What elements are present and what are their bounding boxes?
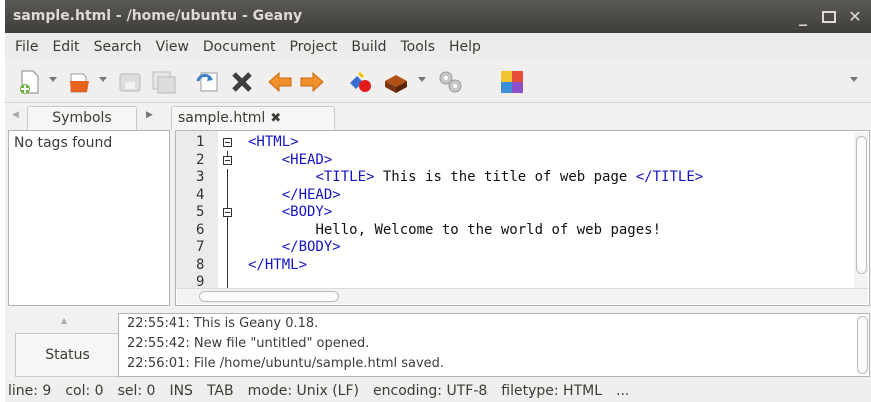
menu-tools[interactable]: Tools [394,39,443,55]
close-tab-icon[interactable]: ✖ [270,111,281,126]
save-all-icon[interactable] [151,69,177,95]
minimize-button[interactable]: _ [793,7,813,27]
fold-marker-icon[interactable] [223,155,232,165]
execute-gears-icon[interactable] [437,69,463,95]
window-title: sample.html - /home/ubuntu - Geany [13,8,303,24]
color-chooser-icon[interactable] [499,69,525,95]
fold-marker-icon[interactable] [223,138,232,147]
status-line: line: 9 [8,383,52,399]
tab-symbols[interactable]: Symbols [27,106,137,130]
geany-window: sample.html - /home/ubuntu - Geany _ ✕ F… [5,0,871,402]
compile-icon[interactable] [347,69,373,95]
build-icon[interactable] [383,69,409,95]
code-line: 8 </HTML> [196,256,308,273]
code-line: 7 </BODY> [196,239,341,255]
status-ins: INS [169,383,193,399]
status-filetype: filetype: HTML [501,383,603,399]
status-tab: TAB [206,383,234,399]
code-line: 6 Hello, Welcome to the world of web pag… [196,221,662,238]
status-col: col: 0 [65,383,104,399]
fold-marker-icon[interactable] [223,208,232,217]
menu-file[interactable]: File [8,39,45,55]
status-message: 22:56:01: File /home/ubuntu/sample.html … [127,356,445,371]
status-bar: line: 9 col: 0 sel: 0 INS TAB mode: Unix… [5,380,871,402]
sidebar-tabs: ◀ Symbols ▶ [5,104,172,130]
chevron-down-icon[interactable] [99,77,107,82]
code-editor[interactable]: 1 <HTML> 2 <HEAD> 3 <TITLE> This is the t… [175,130,870,306]
open-file-icon[interactable] [67,69,93,95]
menu-search[interactable]: Search [87,39,149,55]
menu-view[interactable]: View [149,39,196,55]
status-encoding: encoding: UTF-8 [373,383,488,399]
save-icon[interactable] [117,69,143,95]
vertical-scrollbar[interactable] [857,316,868,374]
chevron-right-icon[interactable]: ▶ [146,110,153,120]
menu-help[interactable]: Help [442,39,488,55]
maximize-button[interactable] [822,10,836,23]
code-line: 5 <BODY> [196,204,333,220]
close-icon[interactable] [229,69,255,95]
symbols-panel: No tags found [8,130,170,306]
chevron-down-icon[interactable] [418,77,426,82]
toolbar [5,61,871,103]
menu-bar: File Edit Search View Document Project B… [5,33,871,61]
toolbar-overflow-icon[interactable] [850,77,858,82]
status-messages-panel: 22:55:41: This is Geany 0.18. 22:55:42: … [118,313,870,377]
forward-arrow-icon[interactable] [299,69,325,95]
revert-icon[interactable] [195,69,221,95]
close-window-button[interactable]: ✕ [845,7,865,27]
status-mode: mode: Unix (LF) [247,383,360,399]
editor-tab-label: sample.html [178,110,266,126]
tab-status[interactable]: Status [15,333,119,377]
vertical-scrollbar[interactable] [854,132,868,288]
menu-document[interactable]: Document [196,39,283,55]
chevron-left-icon[interactable]: ◀ [12,110,19,120]
menu-edit[interactable]: Edit [45,39,86,55]
code-line: 1 <HTML> [196,134,299,150]
menu-project[interactable]: Project [282,39,344,55]
message-tabs: ▲ Status [9,313,119,379]
horizontal-scrollbar[interactable] [177,288,868,304]
scrollbar-thumb[interactable] [199,291,339,302]
status-message: 22:55:42: New file "untitled" opened. [127,336,370,351]
tab-sample-html[interactable]: sample.html ✖ [171,106,335,130]
no-tags-text: No tags found [14,135,113,151]
code-line: 3 <TITLE> This is the title of web page … [196,169,704,185]
chevron-up-icon[interactable]: ▲ [61,316,67,325]
back-arrow-icon[interactable] [267,69,293,95]
code-line: 4 </HEAD> [196,186,341,203]
scrollbar-thumb[interactable] [856,136,867,274]
menu-build[interactable]: Build [344,39,393,55]
status-sel: sel: 0 [117,383,156,399]
new-file-icon[interactable] [17,69,43,95]
code-line: 2 <HEAD> [196,151,333,168]
status-message: 22:55:41: This is Geany 0.18. [127,316,319,331]
title-bar: sample.html - /home/ubuntu - Geany _ ✕ [5,0,871,33]
chevron-down-icon[interactable] [49,77,57,82]
code-lines: 1 <HTML> 2 <HEAD> 3 <TITLE> This is the t… [176,134,869,292]
status-more: ... [616,383,630,399]
